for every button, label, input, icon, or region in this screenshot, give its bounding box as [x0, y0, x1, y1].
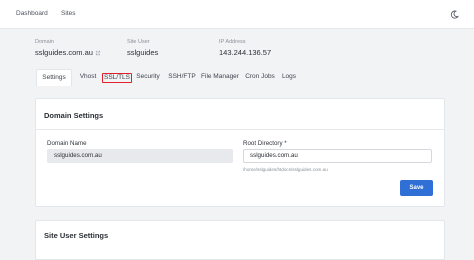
domain-value-text: sslguides.com.au — [35, 48, 93, 57]
top-navbar: Dashboard Sites — [0, 0, 474, 29]
domain-info: Domain sslguides.com.au — [35, 39, 101, 57]
domain-settings-title: Domain Settings — [44, 111, 104, 120]
tab-cron-jobs[interactable]: Cron Jobs — [244, 69, 276, 86]
ip-address-label: IP Address — [219, 39, 246, 45]
nav-dashboard-link[interactable]: Dashboard — [16, 10, 48, 17]
card-divider — [36, 129, 444, 130]
domain-settings-card: Domain Settings Domain Name sslguides.co… — [35, 98, 445, 207]
nav-sites-link[interactable]: Sites — [61, 10, 75, 17]
domain-label: Domain — [35, 39, 54, 45]
root-directory-help: /home/sslguides/htdocs/sslguides.com.au — [243, 167, 328, 172]
ip-address-info: IP Address 143.244.136.57 — [219, 39, 271, 57]
external-link-icon[interactable] — [95, 50, 101, 56]
domain-name-input: sslguides.com.au — [47, 149, 233, 163]
site-user-value: sslguides — [127, 48, 159, 57]
domain-value: sslguides.com.au — [35, 48, 101, 57]
dark-mode-moon-icon[interactable] — [450, 10, 459, 19]
tab-settings[interactable]: Settings — [36, 69, 72, 86]
save-button[interactable]: Save — [400, 180, 433, 196]
tab-logs[interactable]: Logs — [281, 69, 297, 86]
root-directory-input[interactable]: sslguides.com.au — [243, 149, 432, 163]
tab-vhost[interactable]: Vhost — [76, 69, 100, 86]
tab-file-manager[interactable]: File Manager — [200, 69, 240, 86]
ip-address-value: 143.244.136.57 — [219, 48, 272, 57]
tab-ssh-ftp[interactable]: SSH/FTP — [168, 69, 196, 86]
site-user-settings-card: Site User Settings — [35, 220, 445, 260]
site-user-settings-title: Site User Settings — [44, 231, 109, 240]
site-tabs: Settings Vhost SSL/TLS Security SSH/FTP … — [36, 69, 446, 86]
domain-name-label: Domain Name — [47, 140, 87, 147]
root-directory-label: Root Directory * — [243, 140, 287, 147]
tab-ssl-tls[interactable]: SSL/TLS — [102, 73, 132, 83]
site-user-info: Site User sslguides — [127, 39, 158, 57]
site-user-label: Site User — [127, 39, 150, 45]
tab-security[interactable]: Security — [135, 69, 161, 86]
